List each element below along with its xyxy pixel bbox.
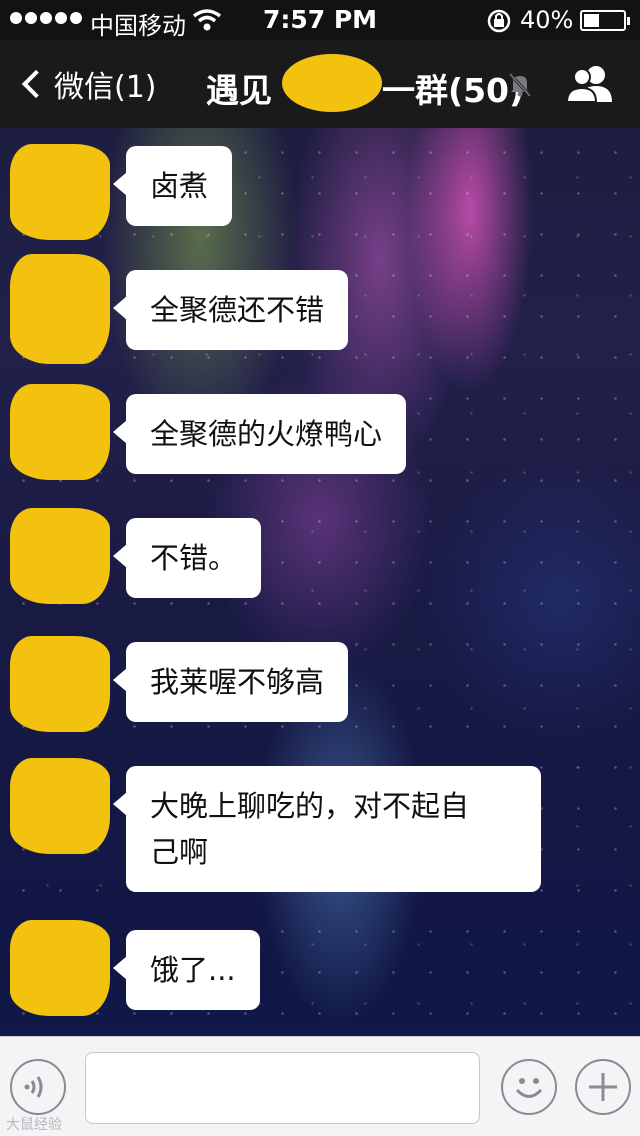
avatar[interactable] <box>10 920 110 1016</box>
redaction-mark <box>282 54 382 112</box>
avatar[interactable] <box>10 384 110 480</box>
voice-icon <box>24 1076 43 1098</box>
rotation-lock-icon <box>487 9 511 33</box>
status-bar: 中国移动 7:57 PM 40% <box>0 0 640 40</box>
avatar[interactable] <box>10 758 110 854</box>
message-bubble[interactable]: 全聚德的火燎鸭心 <box>112 394 407 474</box>
avatar[interactable] <box>10 508 110 604</box>
battery-icon <box>580 10 630 31</box>
message-bubble[interactable]: 不错。 <box>112 518 262 598</box>
watermark: 大鼠经验 <box>6 1117 62 1133</box>
message-row: 大晚上聊吃的，对不起自 己啊 <box>0 756 640 896</box>
emoji-button[interactable] <box>501 1059 557 1115</box>
back-label: 微信(1) <box>54 70 157 105</box>
message-bubble[interactable]: 我莱喔不够高 <box>112 642 349 722</box>
voice-input-button[interactable] <box>10 1059 66 1115</box>
chat-message-list[interactable]: 卤煮 全聚德还不错 全聚德的火燎鸭心 不错。 我莱喔不够高 大晚上聊吃的，对不起… <box>0 128 640 1036</box>
avatar[interactable] <box>10 144 110 240</box>
navigation-bar: 微信(1) 遇见 一群(50) <box>0 40 640 128</box>
message-row: 全聚德的火燎鸭心 <box>0 384 640 484</box>
message-bubble[interactable]: 卤煮 <box>112 146 233 226</box>
back-button[interactable]: 微信(1) <box>18 62 157 106</box>
input-bar <box>0 1036 640 1136</box>
message-row: 饿了... <box>0 916 640 1016</box>
plus-icon <box>589 1073 617 1101</box>
battery-percentage: 40% <box>520 6 574 34</box>
message-bubble[interactable]: 饿了... <box>113 930 260 1010</box>
avatar[interactable] <box>10 254 110 364</box>
message-row: 我莱喔不够高 <box>0 632 640 732</box>
more-options-button[interactable] <box>575 1059 631 1115</box>
emoji-icon <box>515 1078 543 1098</box>
chevron-left-icon <box>21 69 51 99</box>
group-members-icon[interactable] <box>566 64 614 104</box>
chat-title-suffix: 一群(50) <box>382 71 525 110</box>
message-row: 全聚德还不错 <box>0 254 640 368</box>
mute-bell-icon <box>508 72 532 98</box>
avatar[interactable] <box>10 636 110 732</box>
message-input[interactable] <box>85 1052 480 1124</box>
message-row: 卤煮 <box>0 142 640 242</box>
message-row: 不错。 <box>0 506 640 606</box>
message-bubble[interactable]: 大晚上聊吃的，对不起自 己啊 <box>113 766 541 892</box>
message-bubble[interactable]: 全聚德还不错 <box>112 270 349 350</box>
chat-title-prefix: 遇见 <box>206 71 272 110</box>
